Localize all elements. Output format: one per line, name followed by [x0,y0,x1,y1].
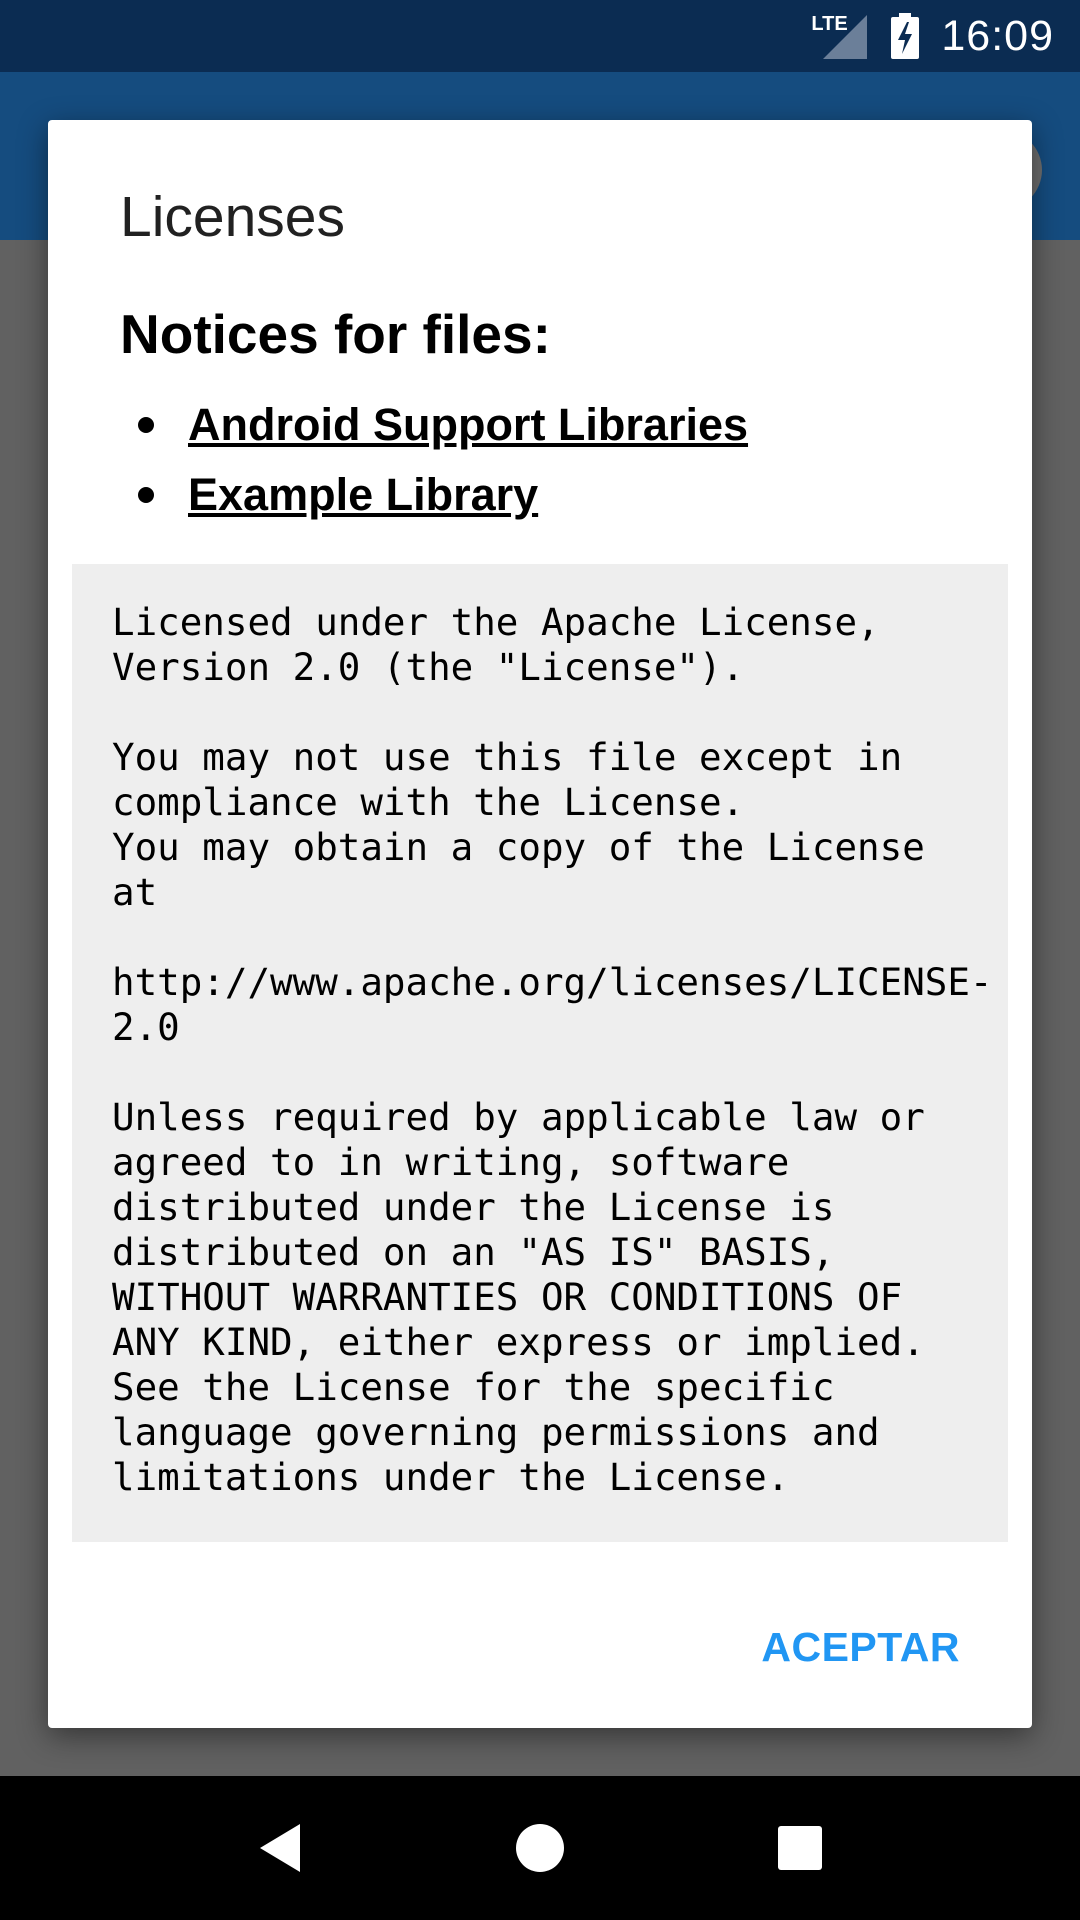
example-library-link[interactable]: Example Library [188,469,538,521]
license-text: Licensed under the Apache License, Versi… [112,600,993,1499]
status-bar: LTE 16:09 [0,0,1080,72]
list-item: Example Library [138,460,748,530]
android-support-libraries-link[interactable]: Android Support Libraries [188,399,748,451]
license-text-box[interactable]: Licensed under the Apache License, Versi… [72,564,1008,1542]
lte-signal-icon: LTE [811,13,869,59]
accept-button[interactable]: ACEPTAR [761,1624,960,1671]
battery-charging-icon [891,13,920,59]
bullet-icon [138,417,154,433]
bullet-icon [138,487,154,503]
list-item: Android Support Libraries [138,390,748,460]
recents-button[interactable] [750,1798,850,1898]
recents-icon [778,1826,822,1870]
dialog-title: Licenses [120,185,345,249]
navigation-bar [0,1776,1080,1920]
licenses-dialog: Licenses Notices for files: Android Supp… [48,120,1032,1728]
notice-list: Android Support Libraries Example Librar… [138,390,748,530]
back-icon [260,1824,300,1872]
notices-heading: Notices for files: [120,303,551,365]
home-icon [516,1824,564,1872]
home-button[interactable] [490,1798,590,1898]
clock: 16:09 [941,11,1054,60]
back-button[interactable] [230,1798,330,1898]
